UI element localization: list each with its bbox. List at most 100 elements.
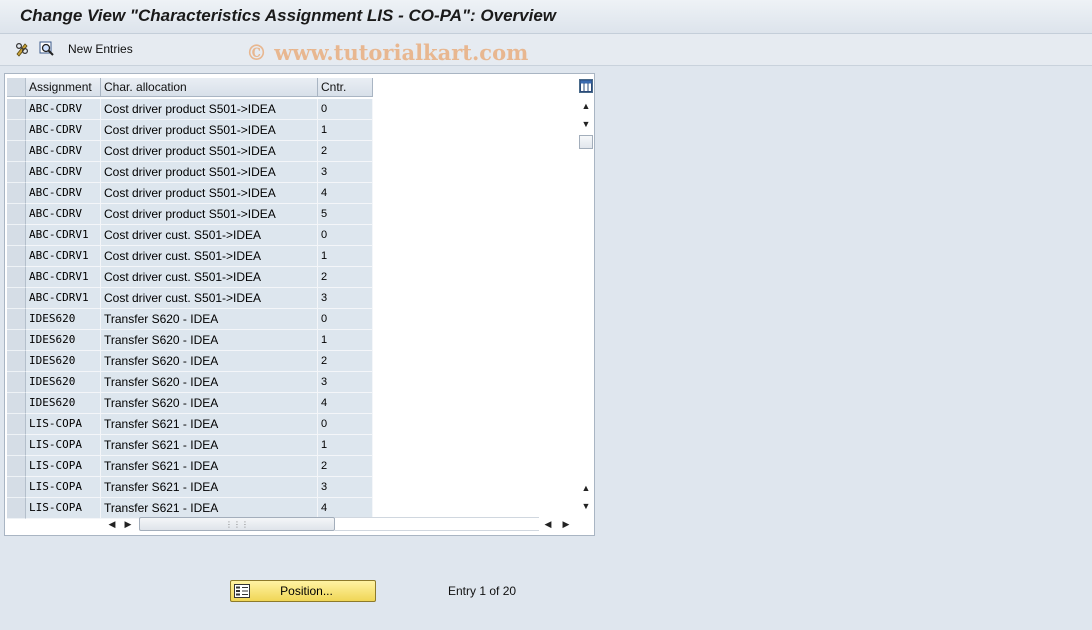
table-row[interactable]: ABC-CDRV1 Cost driver cust. S501->IDEA 1 xyxy=(5,246,375,267)
cell-assignment: LIS-COPA xyxy=(26,498,101,519)
column-header-char-allocation[interactable]: Char. allocation xyxy=(101,78,318,97)
cell-assignment: IDES620 xyxy=(26,351,101,372)
cell-char-allocation: Cost driver cust. S501->IDEA xyxy=(101,267,318,288)
cell-cntr: 0 xyxy=(318,414,373,435)
row-select-button[interactable] xyxy=(7,477,26,498)
row-select-button[interactable] xyxy=(7,288,26,309)
cell-char-allocation: Cost driver product S501->IDEA xyxy=(101,141,318,162)
table-row[interactable]: ABC-CDRV1 Cost driver cust. S501->IDEA 2 xyxy=(5,267,375,288)
table-row[interactable]: IDES620 Transfer S620 - IDEA 4 xyxy=(5,393,375,414)
pencil-glasses-icon[interactable] xyxy=(14,40,32,58)
table-row[interactable]: ABC-CDRV1 Cost driver cust. S501->IDEA 3 xyxy=(5,288,375,309)
cell-cntr: 5 xyxy=(318,204,373,225)
scroll-down-icon[interactable]: ▼ xyxy=(579,117,593,131)
table-row[interactable]: IDES620 Transfer S620 - IDEA 2 xyxy=(5,351,375,372)
cell-assignment: ABC-CDRV xyxy=(26,183,101,204)
cell-assignment: ABC-CDRV xyxy=(26,162,101,183)
table-row[interactable]: ABC-CDRV Cost driver product S501->IDEA 1 xyxy=(5,120,375,141)
table-panel: Assignment Char. allocation Cntr. ABC-CD… xyxy=(4,73,595,536)
cell-cntr: 3 xyxy=(318,477,373,498)
table-row[interactable]: ABC-CDRV Cost driver product S501->IDEA 0 xyxy=(5,99,375,120)
row-select-button[interactable] xyxy=(7,99,26,120)
row-select-button[interactable] xyxy=(7,246,26,267)
scroll-up-icon[interactable]: ▲ xyxy=(579,99,593,113)
new-entries-button[interactable]: New Entries xyxy=(68,42,133,56)
cell-assignment: ABC-CDRV xyxy=(26,141,101,162)
scroll-right-end-icon[interactable]: ▶ xyxy=(559,517,573,531)
row-select-button[interactable] xyxy=(7,141,26,162)
horizontal-scroll-thumb[interactable]: ⋮⋮⋮ xyxy=(139,517,335,531)
cell-cntr: 1 xyxy=(318,246,373,267)
row-select-button[interactable] xyxy=(7,162,26,183)
row-select-button[interactable] xyxy=(7,204,26,225)
row-select-button[interactable] xyxy=(7,435,26,456)
scroll-left-end-icon[interactable]: ◀ xyxy=(541,517,555,531)
table-row[interactable]: LIS-COPA Transfer S621 - IDEA 1 xyxy=(5,435,375,456)
row-select-button[interactable] xyxy=(7,267,26,288)
position-button[interactable]: Position... xyxy=(230,580,376,602)
table-row[interactable]: IDES620 Transfer S620 - IDEA 1 xyxy=(5,330,375,351)
cell-assignment: IDES620 xyxy=(26,372,101,393)
select-all-button[interactable] xyxy=(7,78,26,97)
horizontal-scroll-track[interactable] xyxy=(335,517,539,531)
cell-assignment: ABC-CDRV xyxy=(26,204,101,225)
cell-cntr: 0 xyxy=(318,309,373,330)
scroll-right-icon[interactable]: ▶ xyxy=(121,517,135,531)
column-header-assignment[interactable]: Assignment xyxy=(26,78,101,97)
watermark: © www.tutorialkart.com xyxy=(246,40,529,65)
table-settings-icon[interactable] xyxy=(579,79,593,93)
table-row[interactable]: IDES620 Transfer S620 - IDEA 0 xyxy=(5,309,375,330)
cell-assignment: IDES620 xyxy=(26,330,101,351)
table-row[interactable]: ABC-CDRV Cost driver product S501->IDEA 5 xyxy=(5,204,375,225)
table-row[interactable]: ABC-CDRV Cost driver product S501->IDEA 3 xyxy=(5,162,375,183)
row-select-button[interactable] xyxy=(7,414,26,435)
magnifier-icon[interactable] xyxy=(38,40,56,58)
position-button-label: Position... xyxy=(280,584,333,598)
title-bar: Change View "Characteristics Assignment … xyxy=(0,0,1092,34)
cell-char-allocation: Transfer S621 - IDEA xyxy=(101,414,318,435)
table-row[interactable]: LIS-COPA Transfer S621 - IDEA 0 xyxy=(5,414,375,435)
row-select-button[interactable] xyxy=(7,183,26,204)
cell-char-allocation: Cost driver product S501->IDEA xyxy=(101,120,318,141)
row-select-button[interactable] xyxy=(7,120,26,141)
column-header-cntr[interactable]: Cntr. xyxy=(318,78,373,97)
cell-char-allocation: Cost driver product S501->IDEA xyxy=(101,162,318,183)
cell-cntr: 4 xyxy=(318,393,373,414)
table-row[interactable]: ABC-CDRV Cost driver product S501->IDEA 2 xyxy=(5,141,375,162)
table-row[interactable]: IDES620 Transfer S620 - IDEA 3 xyxy=(5,372,375,393)
cell-assignment: ABC-CDRV xyxy=(26,99,101,120)
scroll-left-icon[interactable]: ◀ xyxy=(105,517,119,531)
cell-assignment: ABC-CDRV1 xyxy=(26,225,101,246)
row-select-button[interactable] xyxy=(7,372,26,393)
row-select-button[interactable] xyxy=(7,393,26,414)
cell-char-allocation: Transfer S620 - IDEA xyxy=(101,372,318,393)
cell-cntr: 0 xyxy=(318,225,373,246)
cell-cntr: 4 xyxy=(318,183,373,204)
cell-char-allocation: Transfer S620 - IDEA xyxy=(101,393,318,414)
vertical-scrollbar[interactable]: ▲ ▼ ▲ ▼ xyxy=(577,76,595,514)
cell-char-allocation: Transfer S620 - IDEA xyxy=(101,351,318,372)
scroll-up-end-icon[interactable]: ▲ xyxy=(579,481,593,495)
table-row[interactable]: ABC-CDRV1 Cost driver cust. S501->IDEA 0 xyxy=(5,225,375,246)
table-row[interactable]: LIS-COPA Transfer S621 - IDEA 3 xyxy=(5,477,375,498)
horizontal-scrollbar[interactable]: ◀ ▶ ⋮⋮⋮ ◀ ▶ xyxy=(101,516,575,532)
cell-assignment: ABC-CDRV xyxy=(26,120,101,141)
cell-char-allocation: Cost driver product S501->IDEA xyxy=(101,183,318,204)
cell-cntr: 3 xyxy=(318,162,373,183)
cell-assignment: LIS-COPA xyxy=(26,477,101,498)
scroll-down-end-icon[interactable]: ▼ xyxy=(579,499,593,513)
table-row[interactable]: ABC-CDRV Cost driver product S501->IDEA 4 xyxy=(5,183,375,204)
position-icon xyxy=(234,584,250,598)
cell-cntr: 2 xyxy=(318,351,373,372)
row-select-button[interactable] xyxy=(7,498,26,519)
row-select-button[interactable] xyxy=(7,225,26,246)
row-select-button[interactable] xyxy=(7,456,26,477)
row-select-button[interactable] xyxy=(7,309,26,330)
row-select-button[interactable] xyxy=(7,351,26,372)
cell-assignment: IDES620 xyxy=(26,309,101,330)
cell-cntr: 1 xyxy=(318,330,373,351)
cell-cntr: 1 xyxy=(318,120,373,141)
scroll-thumb[interactable] xyxy=(579,135,593,149)
row-select-button[interactable] xyxy=(7,330,26,351)
table-row[interactable]: LIS-COPA Transfer S621 - IDEA 2 xyxy=(5,456,375,477)
